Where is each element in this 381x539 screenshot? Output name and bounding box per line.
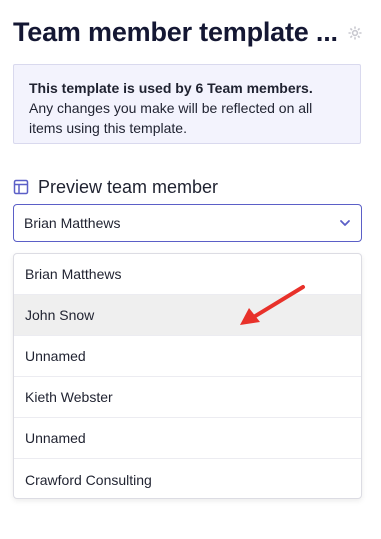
dropdown-option[interactable]: Crawford Consulting <box>14 459 361 498</box>
dropdown-option-highlighted[interactable]: John Snow <box>14 295 361 336</box>
preview-label-text: Preview team member <box>38 176 219 197</box>
page: Team member template ... This template i… <box>0 0 381 539</box>
dropdown-option[interactable]: Unnamed <box>14 418 361 459</box>
gear-icon[interactable] <box>347 25 363 41</box>
chevron-down-icon <box>340 220 350 226</box>
layout-icon <box>13 179 29 195</box>
header: Team member template ... <box>13 14 369 50</box>
dropdown-menu: Brian Matthews John Snow Unnamed Kieth W… <box>13 253 362 499</box>
dropdown-option[interactable]: Brian Matthews <box>14 254 361 295</box>
info-description: Any changes you make will be reflected o… <box>29 100 313 136</box>
preview-label: Preview team member <box>13 175 218 199</box>
page-title: Team member template ... <box>13 16 338 47</box>
dropdown-option[interactable]: Kieth Webster <box>14 377 361 418</box>
select-value: Brian Matthews <box>24 215 121 231</box>
dropdown-option[interactable]: Unnamed <box>14 336 361 377</box>
preview-member-select[interactable]: Brian Matthews <box>13 204 362 242</box>
info-strong-text: This template is used by 6 Team members. <box>29 80 313 96</box>
info-box: This template is used by 6 Team members.… <box>13 64 361 144</box>
